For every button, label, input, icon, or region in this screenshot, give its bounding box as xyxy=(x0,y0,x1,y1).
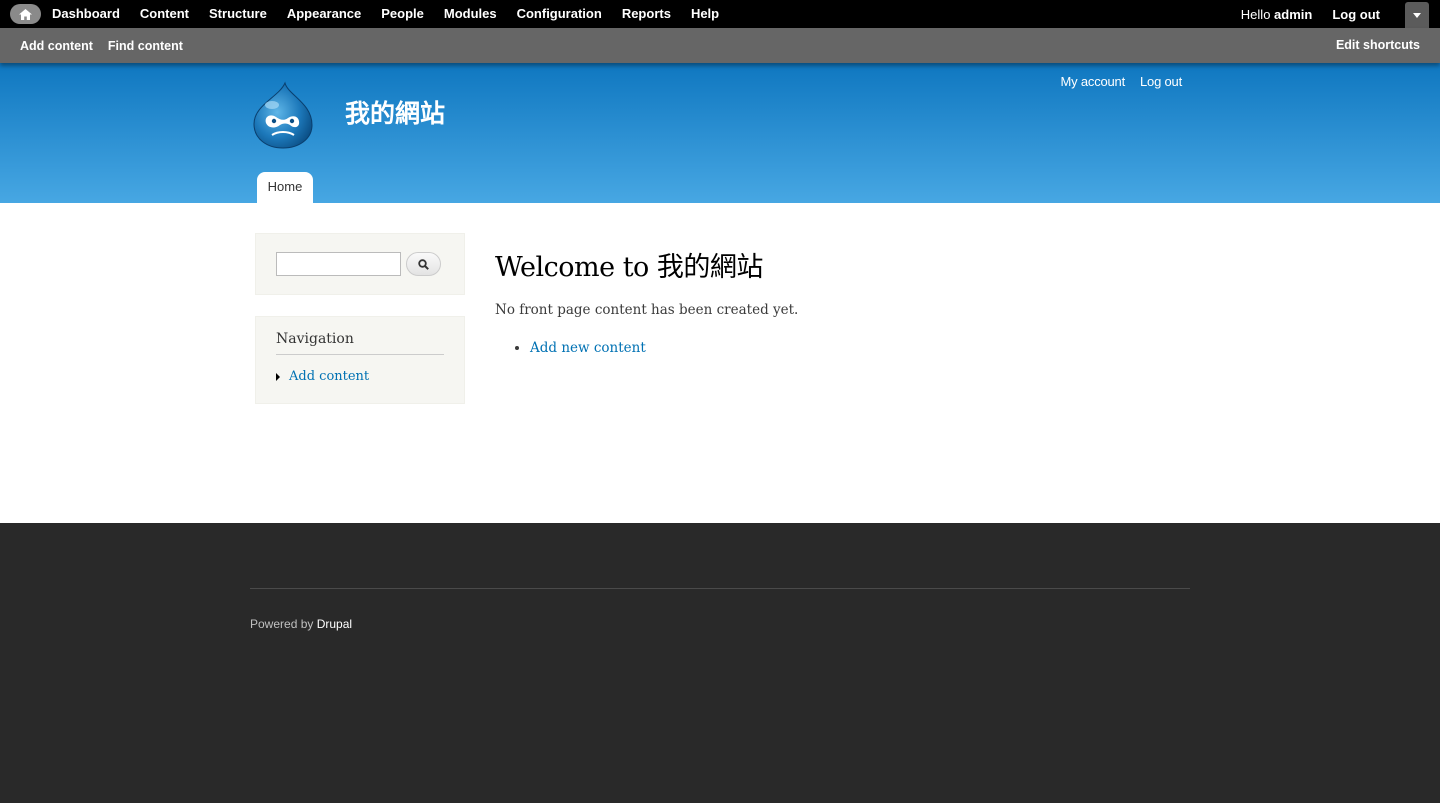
admin-toolbar: Dashboard Content Structure Appearance P… xyxy=(0,0,1440,63)
footer-divider xyxy=(250,588,1190,589)
site-header: 我的網站 My account Log out Home xyxy=(0,63,1440,203)
toolbar-item-appearance[interactable]: Appearance xyxy=(287,0,361,28)
toolbar-item-people[interactable]: People xyxy=(381,0,424,28)
drupal-link[interactable]: Drupal xyxy=(317,617,352,631)
toolbar-item-reports[interactable]: Reports xyxy=(622,0,671,28)
shortcuts-bar: Add content Find content Edit shortcuts xyxy=(0,28,1440,63)
add-new-content-link[interactable]: Add new content xyxy=(530,340,646,356)
header-logout-link[interactable]: Log out xyxy=(1140,74,1182,89)
drupal-drop-icon xyxy=(253,81,313,149)
search-button[interactable] xyxy=(406,252,441,276)
toolbar-menu-bar: Dashboard Content Structure Appearance P… xyxy=(0,0,1440,28)
my-account-link[interactable]: My account xyxy=(1061,74,1126,89)
toolbar-item-dashboard[interactable]: Dashboard xyxy=(52,0,120,28)
nav-item-add-content[interactable]: Add content xyxy=(276,369,369,384)
page-content: Welcome to 我的網站 No front page content ha… xyxy=(495,245,798,356)
navigation-title: Navigation xyxy=(276,331,354,347)
shortcut-add-content[interactable]: Add content xyxy=(20,39,93,53)
tab-home[interactable]: Home xyxy=(257,172,313,203)
toolbar-item-modules[interactable]: Modules xyxy=(444,0,497,28)
list-item: Add new content xyxy=(530,340,798,356)
navigation-block: Navigation Add content xyxy=(255,316,465,404)
content-links: Add new content xyxy=(530,340,798,356)
search-icon xyxy=(418,258,429,270)
search-input[interactable] xyxy=(276,252,401,276)
shortcut-find-content[interactable]: Find content xyxy=(108,39,183,53)
toolbar-menu: Dashboard Content Structure Appearance P… xyxy=(52,0,739,28)
drupal-logo[interactable] xyxy=(252,81,314,149)
toolbar-user-area: Hello admin Log out xyxy=(1241,0,1440,28)
site-footer: Powered by Drupal xyxy=(0,523,1440,803)
toolbar-item-configuration[interactable]: Configuration xyxy=(517,0,602,28)
username-link[interactable]: admin xyxy=(1274,7,1312,22)
toolbar-logout-link[interactable]: Log out xyxy=(1332,7,1380,22)
shortcuts-drawer-toggle[interactable] xyxy=(1405,2,1429,28)
secondary-menu: My account Log out xyxy=(1046,74,1183,89)
powered-by-text: Powered by xyxy=(250,617,317,631)
search-block xyxy=(255,233,465,295)
home-button[interactable] xyxy=(10,4,41,24)
toolbar-item-content[interactable]: Content xyxy=(140,0,189,28)
site-name[interactable]: 我的網站 xyxy=(345,94,445,130)
powered-by: Powered by Drupal xyxy=(250,617,352,631)
empty-message: No front page content has been created y… xyxy=(495,302,799,318)
home-icon xyxy=(19,8,32,20)
navigation-divider xyxy=(276,354,444,355)
main-content-area: Navigation Add content Welcome to 我的網站 N… xyxy=(0,203,1440,523)
user-greeting: Hello admin xyxy=(1241,7,1313,22)
triangle-right-icon xyxy=(276,372,280,381)
toolbar-item-help[interactable]: Help xyxy=(691,0,719,28)
toolbar-item-structure[interactable]: Structure xyxy=(209,0,267,28)
nav-item-label: Add content xyxy=(289,369,370,384)
greeting-prefix: Hello xyxy=(1240,6,1275,22)
chevron-down-icon xyxy=(1413,12,1421,18)
edit-shortcuts-link[interactable]: Edit shortcuts xyxy=(1336,28,1420,63)
page-title: Welcome to 我的網站 xyxy=(495,252,763,283)
